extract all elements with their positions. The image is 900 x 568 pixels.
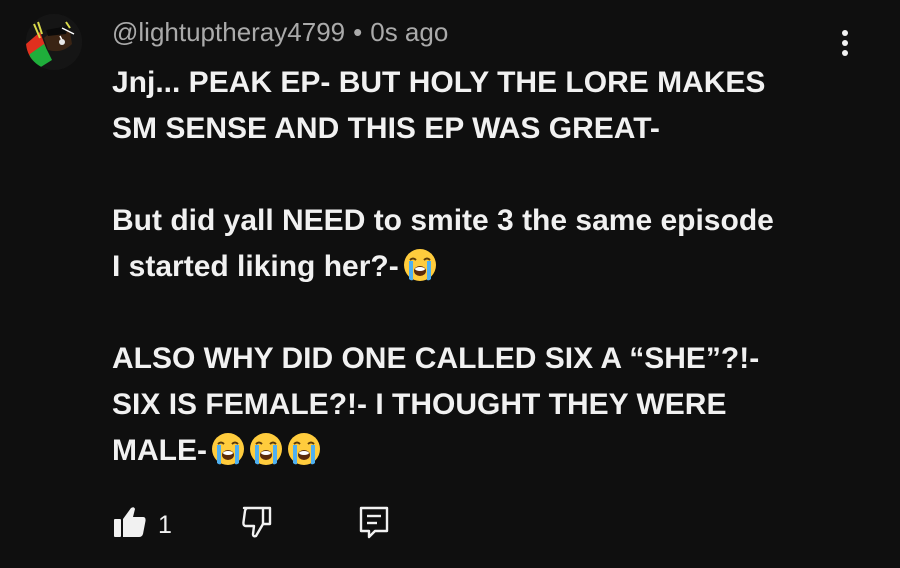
comment-paragraph: ALSO WHY DID ONE CALLED SIX A “SHE”?!- SI…: [112, 336, 852, 474]
comment-timestamp[interactable]: 0s ago: [370, 17, 448, 47]
comment-paragraph: But did yall NEED to smite 3 the same ep…: [112, 198, 852, 290]
meta-separator: •: [353, 17, 363, 47]
crying-face-emoji-icon: [287, 432, 321, 466]
avatar-image: [26, 14, 82, 70]
comment-line-text: ALSO WHY DID ONE CALLED SIX A “SHE”?!-: [112, 342, 760, 375]
comment-line-text: Jnj... PEAK EP- BUT HOLY THE LORE MAKES: [112, 66, 766, 99]
crying-face-emoji-icon: [211, 432, 245, 466]
like-count: 1: [158, 511, 172, 539]
crying-face-emoji-icon: [403, 248, 437, 282]
avatar[interactable]: [26, 14, 82, 70]
comment-line: ALSO WHY DID ONE CALLED SIX A “SHE”?!-: [112, 336, 852, 382]
comment-paragraph: Jnj... PEAK EP- BUT HOLY THE LORE MAKES S…: [112, 60, 852, 152]
comment-line: I started liking her?-: [112, 244, 852, 290]
comment-line: But did yall NEED to smite 3 the same ep…: [112, 198, 852, 244]
comment-line-text: But did yall NEED to smite 3 the same ep…: [112, 204, 774, 237]
thumbs-up-icon: [114, 507, 146, 537]
comment-line: Jnj... PEAK EP- BUT HOLY THE LORE MAKES: [112, 60, 852, 106]
comment-line: MALE-: [112, 428, 852, 474]
comment-line: SIX IS FEMALE?!- I THOUGHT THEY WERE: [112, 382, 852, 428]
comment-line: SM SENSE AND THIS EP WAS GREAT-: [112, 106, 852, 152]
thumbs-down-icon: [242, 506, 272, 538]
comment: @lightuptheray4799 • 0s ago Jnj... PEAK EP…: [0, 0, 900, 568]
more-vert-icon: [842, 30, 848, 56]
comment-text: Jnj... PEAK EP- BUT HOLY THE LORE MAKES S…: [112, 60, 852, 474]
comment-meta: @lightuptheray4799 • 0s ago: [112, 16, 448, 48]
comment-actions: 1: [112, 504, 432, 544]
comment-line-text: I started liking her?-: [112, 250, 399, 283]
reply-icon: [359, 506, 389, 539]
dislike-button[interactable]: [240, 504, 276, 545]
author-handle[interactable]: @lightuptheray4799: [112, 17, 345, 47]
more-actions-button[interactable]: [828, 26, 862, 60]
reply-button[interactable]: [356, 504, 392, 545]
comment-line-text: MALE-: [112, 434, 207, 467]
crying-face-emoji-icon: [249, 432, 283, 466]
comment-line-text: SM SENSE AND THIS EP WAS GREAT-: [112, 112, 660, 145]
comment-line-text: SIX IS FEMALE?!- I THOUGHT THEY WERE: [112, 388, 727, 421]
like-button[interactable]: [112, 504, 148, 545]
